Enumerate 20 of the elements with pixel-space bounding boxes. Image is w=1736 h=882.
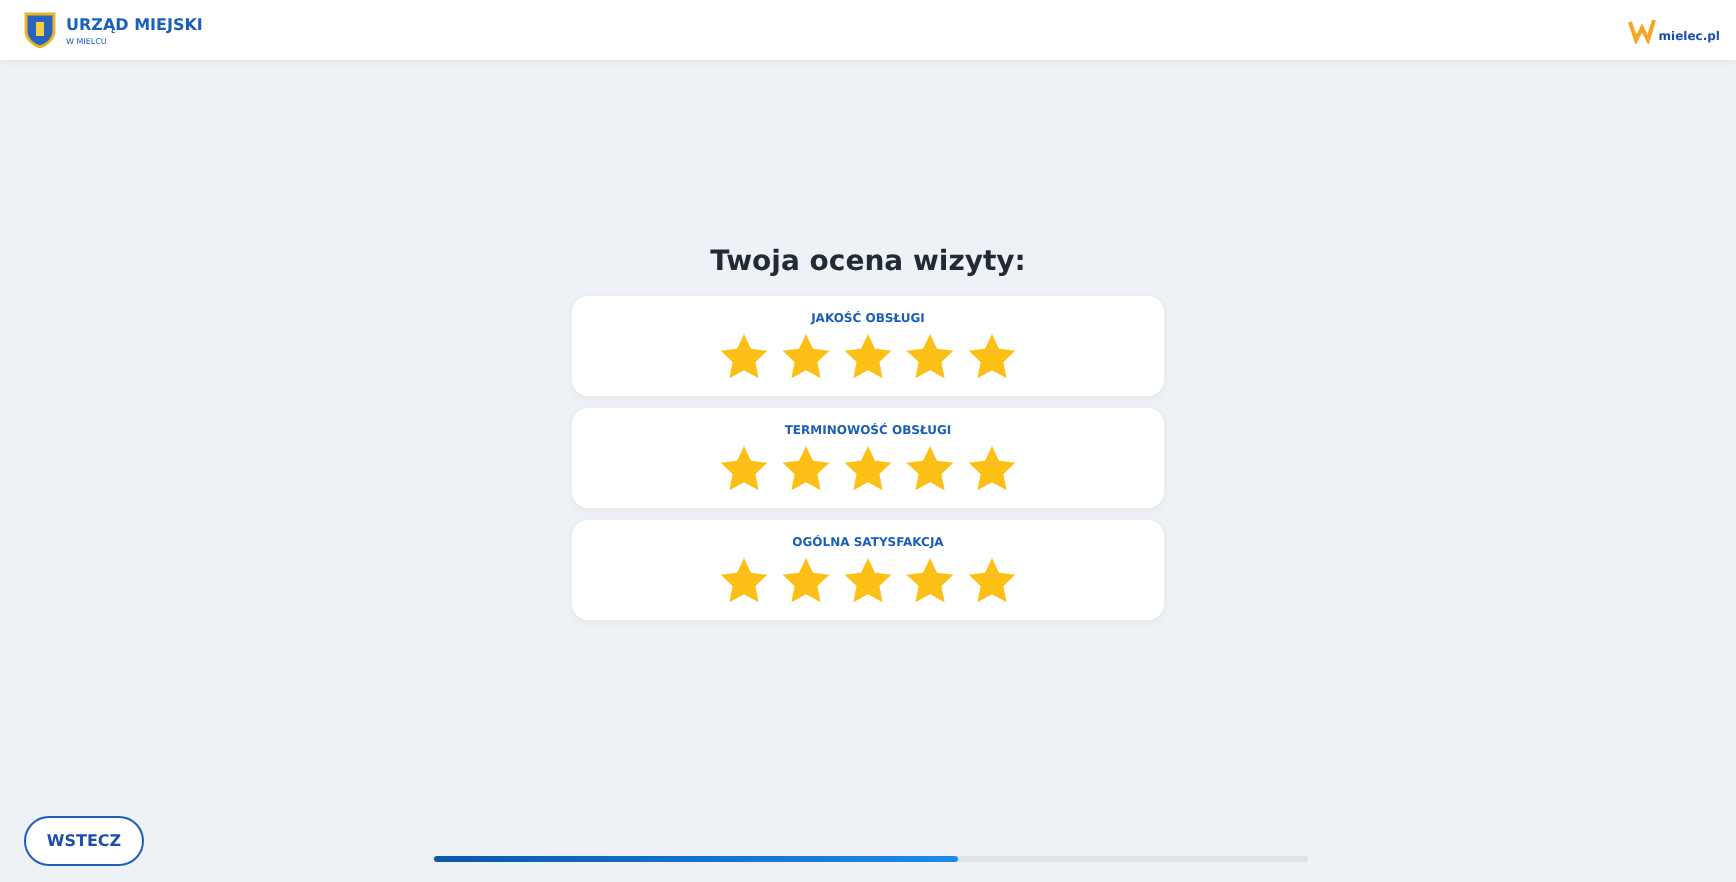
star-icon[interactable] <box>968 446 1016 492</box>
star-icon[interactable] <box>720 558 768 604</box>
star-icon[interactable] <box>720 334 768 380</box>
star-icon[interactable] <box>782 558 830 604</box>
back-button[interactable]: WSTECZ <box>24 815 144 865</box>
star-icon[interactable] <box>906 558 954 604</box>
coat-of-arms-icon <box>24 12 56 48</box>
star-icon[interactable] <box>782 446 830 492</box>
star-icon[interactable] <box>906 334 954 380</box>
page-heading: Twoja ocena wizyty: <box>710 246 1026 278</box>
star-icon[interactable] <box>844 558 892 604</box>
star-icon[interactable] <box>844 334 892 380</box>
star-icon[interactable] <box>906 446 954 492</box>
star-icon[interactable] <box>968 558 1016 604</box>
office-title: URZĄD MIEJSKI <box>66 15 203 33</box>
partner-logo-icon <box>1628 16 1657 44</box>
star-icon[interactable] <box>968 334 1016 380</box>
star-icon[interactable] <box>844 446 892 492</box>
star-icon[interactable] <box>782 334 830 380</box>
star-icon[interactable] <box>720 446 768 492</box>
